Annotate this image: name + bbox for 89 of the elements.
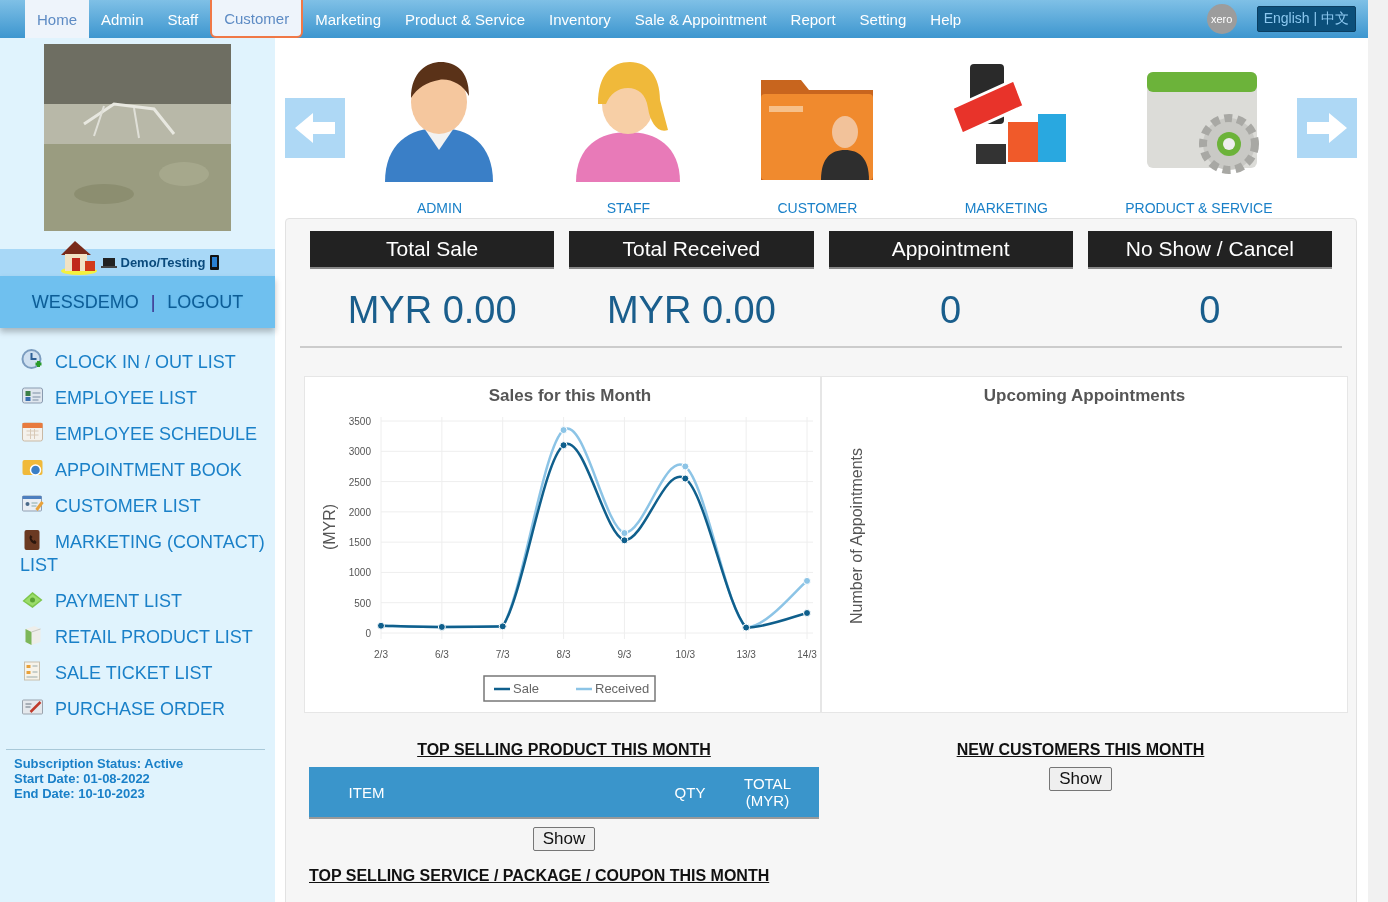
stat-value: 0 xyxy=(940,289,962,332)
y-tick-label: 500 xyxy=(354,597,371,609)
x-tick-label: 14/3 xyxy=(797,649,817,660)
legend-swatch xyxy=(494,687,510,691)
device-label: Demo/Testing xyxy=(120,255,206,270)
show-button[interactable]: Show xyxy=(532,827,596,851)
sidebar-item[interactable]: CUSTOMER LIST xyxy=(20,492,275,518)
sidebar-item[interactable]: EMPLOYEE SCHEDULE xyxy=(20,420,275,446)
nav-tab[interactable]: Sale & Appointment xyxy=(622,0,779,38)
column-header: TOTAL (MYR) xyxy=(743,775,792,809)
data-point xyxy=(620,536,629,545)
y-axis-label: Number of Appointments xyxy=(848,446,866,627)
legend-swatch xyxy=(576,687,592,691)
chart-title: Upcoming Appointments xyxy=(983,386,1186,406)
stat-header: Total Received xyxy=(569,231,814,269)
sidebar-item[interactable]: PURCHASE ORDER xyxy=(20,695,275,721)
x-tick-label: 7/3 xyxy=(495,649,510,660)
x-tick-label: 9/3 xyxy=(617,649,632,660)
section-heading: TOP SELLING SERVICE / PACKAGE / COUPON THIS MONTH xyxy=(309,867,771,885)
sidebar-item[interactable]: CLOCK IN / OUT LIST xyxy=(20,348,275,374)
module-link[interactable]: PRODUCT & SERVICE xyxy=(1125,38,1273,216)
separator: | xyxy=(150,291,156,313)
x-tick-label: 2/3 xyxy=(374,649,388,660)
x-tick-label: 6/3 xyxy=(434,649,449,660)
nav-tab[interactable]: Report xyxy=(778,0,848,38)
data-point xyxy=(803,576,811,585)
module-link[interactable]: STAFF xyxy=(558,38,699,216)
data-point xyxy=(803,609,811,617)
y-tick-label: 3500 xyxy=(348,416,371,427)
x-tick-label: 10/3 xyxy=(675,649,695,660)
y-tick-label: 3000 xyxy=(348,446,371,458)
y-tick-label: 1000 xyxy=(348,567,371,579)
laptop-icon xyxy=(100,256,117,269)
nav-tab[interactable]: Admin xyxy=(89,0,156,38)
person-icon[interactable] xyxy=(385,62,494,182)
stat-header: No Show / Cancel xyxy=(1087,231,1332,269)
y-tick-label: 0 xyxy=(365,628,371,639)
nav-tab[interactable]: Inventory xyxy=(537,0,623,38)
column-header: ITEM xyxy=(347,783,386,801)
username-link[interactable]: WESSDEMO xyxy=(31,291,139,313)
data-point xyxy=(681,474,690,483)
stat-header: Appointment xyxy=(828,231,1073,269)
y-tick-label: 2000 xyxy=(348,506,371,518)
data-point xyxy=(559,426,568,435)
language-switch[interactable]: English | 中文 xyxy=(1256,6,1356,32)
nav-tab[interactable]: Setting xyxy=(847,0,919,38)
column-header: QTY xyxy=(673,783,707,801)
y-axis-label: (MYR) xyxy=(321,503,338,551)
stat-header: Total Sale xyxy=(310,231,555,269)
sidebar-item[interactable]: EMPLOYEE LIST xyxy=(20,384,275,410)
nav-tab[interactable]: Marketing xyxy=(303,0,394,38)
data-point xyxy=(681,462,690,471)
box-gear-icon[interactable] xyxy=(1146,72,1259,174)
nav-tab[interactable]: Customer xyxy=(210,0,304,38)
nav-tab[interactable]: Staff xyxy=(155,0,211,38)
module-link[interactable]: CUSTOMER xyxy=(747,38,888,216)
data-point xyxy=(620,529,629,538)
section-heading: TOP SELLING PRODUCT THIS MONTH xyxy=(417,741,711,759)
section-heading: NEW CUSTOMERS THIS MONTH xyxy=(956,741,1205,759)
nav-tab[interactable]: Help xyxy=(918,0,974,38)
module-link[interactable]: MARKETING xyxy=(936,38,1077,216)
clock-icon xyxy=(20,348,45,372)
stat-value: 0 xyxy=(1199,289,1221,332)
subscription-info: Subscription Status: Active Start Date: 01-08-2022 End Date: 10-10-2023 xyxy=(6,749,265,807)
calendar-icon xyxy=(20,420,45,444)
x-tick-label: 13/3 xyxy=(736,649,756,660)
stat-value: MYR 0.00 xyxy=(347,289,517,332)
chart-title: Sales for this Month xyxy=(488,386,652,405)
sidebar-item[interactable]: PAYMENT LIST xyxy=(20,587,275,613)
y-tick-label: 1500 xyxy=(348,537,371,549)
y-tick-label: 2500 xyxy=(348,476,371,488)
data-point xyxy=(559,441,568,450)
show-button[interactable]: Show xyxy=(1049,767,1112,791)
legend-label: Sale xyxy=(513,681,540,696)
sidebar-item[interactable]: RETAIL PRODUCT LIST xyxy=(20,623,275,649)
logout-link[interactable]: LOGOUT xyxy=(167,291,244,313)
sidebar-item[interactable]: MARKETING (CONTACT) LIST xyxy=(20,528,275,577)
sidebar-item[interactable]: APPOINTMENT BOOK xyxy=(20,456,275,482)
stat-value: MYR 0.00 xyxy=(606,289,776,332)
sidebar-item[interactable]: SALE TICKET LIST xyxy=(20,659,275,685)
folder-icon[interactable] xyxy=(761,80,874,180)
x-tick-label: 8/3 xyxy=(556,649,571,660)
nav-tab[interactable]: Product & Service xyxy=(393,0,538,38)
xero-badge[interactable]: xero xyxy=(1206,4,1237,34)
module-link[interactable]: ADMIN xyxy=(369,38,510,216)
scrollbar[interactable] xyxy=(1368,0,1388,902)
phone-icon xyxy=(209,255,219,270)
legend-label: Received xyxy=(595,681,650,696)
nav-tab[interactable]: Home xyxy=(25,0,89,38)
